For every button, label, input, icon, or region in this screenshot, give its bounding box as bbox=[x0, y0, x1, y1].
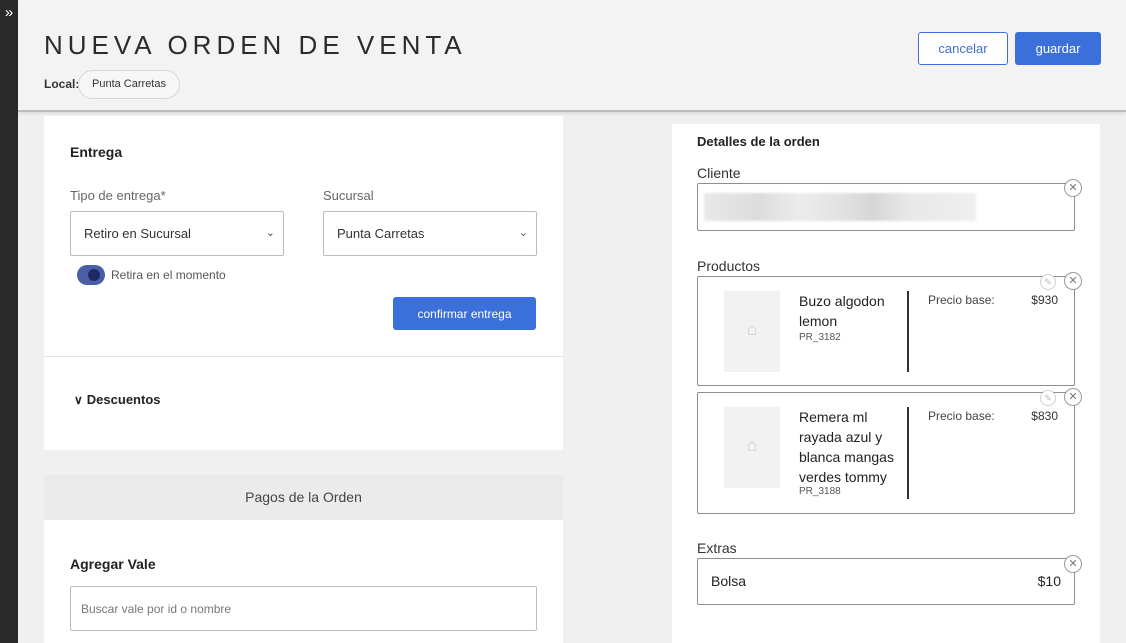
extras-label: Extras bbox=[697, 540, 737, 556]
double-chevron-right-icon[interactable]: » bbox=[0, 4, 18, 22]
details-title: Detalles de la orden bbox=[697, 134, 820, 149]
close-icon[interactable]: ✕ bbox=[1064, 179, 1082, 197]
cliente-redacted bbox=[704, 193, 976, 221]
entrega-card: Entrega Tipo de entrega* Retiro en Sucur… bbox=[44, 116, 563, 450]
product-name: Buzo algodon lemon bbox=[799, 293, 885, 329]
pencil-icon[interactable]: ✎ bbox=[1040, 274, 1056, 290]
vale-search-input[interactable] bbox=[70, 586, 537, 631]
close-icon[interactable]: ✕ bbox=[1064, 555, 1082, 573]
hanger-icon: ⌂ bbox=[746, 319, 758, 339]
descuentos-toggle[interactable]: ∨ Descuentos bbox=[74, 392, 161, 407]
hanger-icon: ⌂ bbox=[746, 435, 758, 455]
product-image: ⌂ bbox=[724, 291, 780, 372]
divider bbox=[44, 356, 563, 357]
vale-title: Agregar Vale bbox=[70, 556, 156, 572]
vale-card: Agregar Vale bbox=[44, 520, 563, 643]
sucursal-value: Punta Carretas bbox=[337, 226, 425, 241]
extra-price: $10 bbox=[1037, 573, 1061, 589]
local-chip[interactable]: Punta Carretas bbox=[78, 70, 180, 99]
extra-item: Bolsa $10 bbox=[697, 558, 1075, 605]
tipo-entrega-value: Retiro en Sucursal bbox=[84, 226, 191, 241]
product-name: Remera ml rayada azul y blanca mangas ve… bbox=[799, 409, 894, 485]
product-divider bbox=[907, 291, 909, 372]
order-details-card: Detalles de la orden Cliente ✕ Productos… bbox=[672, 124, 1100, 643]
retira-momento-toggle[interactable] bbox=[77, 265, 105, 285]
save-button[interactable]: guardar bbox=[1015, 32, 1101, 65]
chevron-down-icon: ∨ bbox=[74, 393, 83, 407]
local-label: Local: bbox=[44, 77, 80, 91]
price-label: Precio base: bbox=[928, 409, 995, 423]
page-title: NUEVA ORDEN DE VENTA bbox=[44, 30, 467, 60]
tipo-entrega-select[interactable]: Retiro en Sucursal ⌄ bbox=[70, 211, 284, 256]
product-card: ⌂ Buzo algodon lemon PR_3182 Precio base… bbox=[697, 276, 1075, 386]
product-price: $830 bbox=[1031, 409, 1058, 423]
cliente-field[interactable] bbox=[697, 183, 1075, 231]
close-icon[interactable]: ✕ bbox=[1064, 272, 1082, 290]
chevron-down-icon: ⌄ bbox=[265, 227, 275, 239]
left-rail: » bbox=[0, 0, 18, 643]
extra-name: Bolsa bbox=[711, 573, 747, 589]
product-card: ⌂ Remera ml rayada azul y blanca mangas … bbox=[697, 392, 1075, 514]
pagos-header: Pagos de la Orden bbox=[44, 475, 563, 520]
product-price: $930 bbox=[1031, 293, 1058, 307]
cliente-label: Cliente bbox=[697, 165, 741, 181]
product-image: ⌂ bbox=[724, 407, 780, 488]
productos-label: Productos bbox=[697, 258, 761, 274]
confirm-entrega-button[interactable]: confirmar entrega bbox=[393, 297, 536, 330]
product-code: PR_3188 bbox=[799, 486, 841, 497]
chevron-down-icon: ⌄ bbox=[518, 227, 528, 239]
page-header: NUEVA ORDEN DE VENTA Local: Punta Carret… bbox=[18, 0, 1126, 112]
sucursal-label: Sucursal bbox=[323, 188, 374, 203]
descuentos-label: Descuentos bbox=[86, 392, 161, 407]
price-label: Precio base: bbox=[928, 293, 995, 307]
retira-momento-label: Retira en el momento bbox=[111, 268, 226, 282]
product-divider bbox=[907, 407, 909, 499]
close-icon[interactable]: ✕ bbox=[1064, 388, 1082, 406]
sucursal-select[interactable]: Punta Carretas ⌄ bbox=[323, 211, 537, 256]
product-code: PR_3182 bbox=[799, 332, 841, 343]
entrega-title: Entrega bbox=[70, 144, 123, 160]
pencil-icon[interactable]: ✎ bbox=[1040, 390, 1056, 406]
cancel-button[interactable]: cancelar bbox=[918, 32, 1008, 65]
tipo-entrega-label: Tipo de entrega* bbox=[70, 188, 166, 203]
